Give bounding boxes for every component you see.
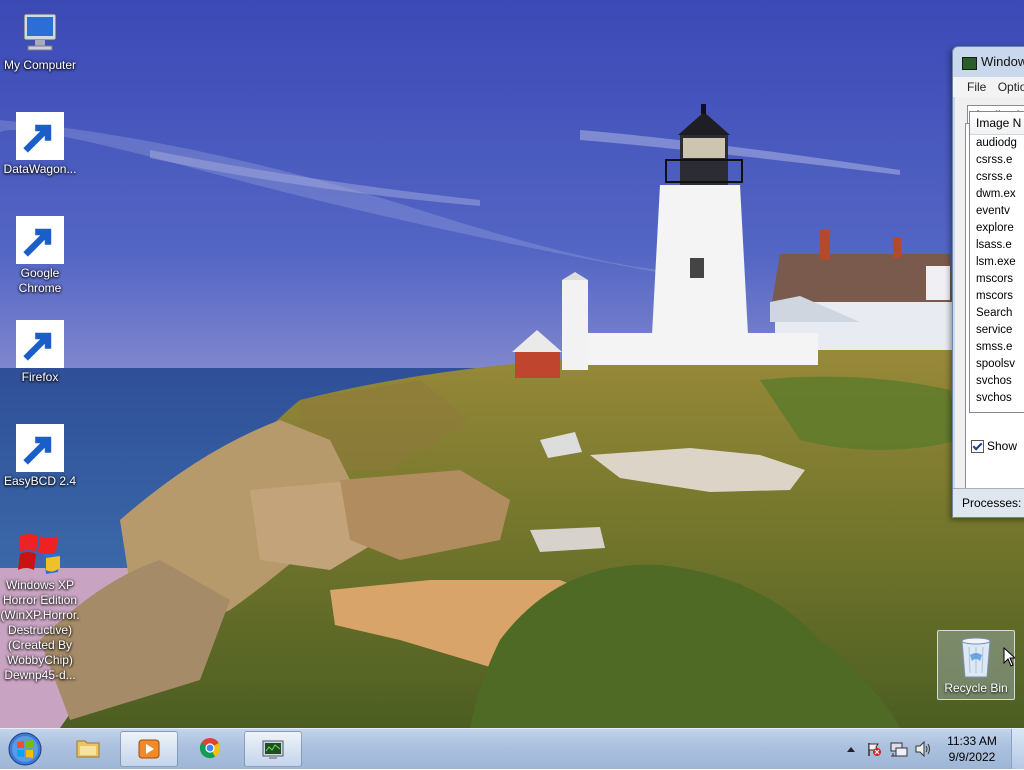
process-row[interactable]: csrss.e [970, 169, 1024, 186]
taskbar-clock[interactable]: 11:33 AM 9/9/2022 [940, 733, 1004, 765]
chrome-icon [199, 738, 221, 759]
shortcut-arrow-icon [16, 424, 64, 472]
chrome-icon [16, 216, 64, 264]
windows-flag-icon [16, 528, 64, 576]
shortcut-arrow-icon [16, 216, 64, 264]
desktop-icon-label: Firefox [21, 370, 59, 384]
shortcut-arrow-icon [16, 112, 64, 160]
desktop-icon-label: Google Chrome [18, 266, 62, 295]
desktop-icon-winxp-horror[interactable]: Windows XP Horror Edition (WinXP.Horror.… [0, 528, 82, 683]
menu-options[interactable]: Optio [998, 80, 1024, 94]
window-title: Window [981, 54, 1024, 69]
taskbar: 11:33 AM 9/9/2022 [0, 728, 1024, 769]
column-header-image-name[interactable]: Image N [970, 112, 1024, 135]
desktop-icon-label: Windows XP Horror Edition (WinXP.Horror.… [0, 578, 80, 682]
mouse-cursor-icon [1003, 647, 1015, 667]
process-row[interactable]: svchos [970, 390, 1024, 407]
action-center-flag-icon[interactable] [866, 741, 882, 757]
easybcd-icon [16, 424, 64, 472]
desktop-icon-label: EasyBCD 2.4 [3, 474, 77, 488]
process-row[interactable]: mscors [970, 271, 1024, 288]
status-bar-processes: Processes: 3 [953, 488, 1024, 517]
volume-icon[interactable] [914, 741, 932, 757]
process-row[interactable]: smss.e [970, 339, 1024, 356]
process-row[interactable]: lsass.e [970, 237, 1024, 254]
process-row[interactable]: service [970, 322, 1024, 339]
process-row[interactable]: explore [970, 220, 1024, 237]
menu-bar: File Optio [953, 77, 1024, 97]
computer-icon [16, 8, 64, 56]
media-player-icon [138, 739, 160, 759]
desktop-icon-firefox[interactable]: Firefox [0, 320, 80, 385]
firefox-icon [16, 320, 64, 368]
taskbar-explorer-button[interactable] [60, 731, 116, 765]
process-row[interactable]: lsm.exe [970, 254, 1024, 271]
wallpaper-lighthouse [0, 0, 1024, 728]
desktop-icon-label: DataWagon... [3, 162, 77, 176]
show-desktop-button[interactable] [1011, 729, 1024, 769]
folder-icon [76, 740, 100, 758]
process-row[interactable]: spoolsv [970, 356, 1024, 373]
process-row[interactable]: dwm.ex [970, 186, 1024, 203]
recycle-bin-icon [954, 633, 998, 681]
taskbar-chrome-button[interactable] [182, 731, 238, 765]
network-icon[interactable] [890, 741, 908, 757]
process-row[interactable]: eventv [970, 203, 1024, 220]
process-row[interactable]: Search [970, 305, 1024, 322]
taskbar-task-manager-button[interactable] [244, 731, 302, 767]
process-row[interactable]: audiodg [970, 135, 1024, 152]
taskbar-media-player-button[interactable] [120, 731, 178, 767]
desktop-icon-my-computer[interactable]: My Computer [0, 8, 80, 73]
task-manager-icon [962, 57, 977, 70]
desktop-icon-label: My Computer [3, 58, 77, 72]
process-list[interactable]: Image N audiodg csrss.e csrss.e dwm.ex e… [969, 111, 1024, 413]
recycle-bin-label: Recycle Bin [944, 681, 1008, 695]
show-hidden-icons-chevron-icon[interactable] [846, 745, 856, 753]
clock-date: 9/9/2022 [948, 750, 996, 764]
desktop-icon-easybcd[interactable]: EasyBCD 2.4 [0, 424, 80, 489]
process-row[interactable]: svchos [970, 373, 1024, 390]
clock-time: 11:33 AM [947, 734, 997, 748]
datawagon-icon [16, 112, 64, 160]
shortcut-arrow-icon [16, 320, 64, 368]
process-row[interactable]: mscors [970, 288, 1024, 305]
show-processes-checkbox[interactable]: Show [971, 439, 1018, 454]
checkbox-checked[interactable] [971, 440, 984, 454]
desktop: My Computer DataWagon... Google Chrome F… [0, 0, 1024, 728]
menu-file[interactable]: File [967, 80, 986, 94]
start-button[interactable] [5, 731, 45, 767]
show-processes-label: Show [987, 439, 1018, 453]
task-manager-window[interactable]: Window File Optio Application Image N au… [952, 46, 1024, 518]
desktop-icon-google-chrome[interactable]: Google Chrome [0, 216, 80, 296]
windows-orb-icon [8, 732, 42, 766]
desktop-icon-datawagon[interactable]: DataWagon... [0, 112, 80, 177]
process-row[interactable]: csrss.e [970, 152, 1024, 169]
window-titlebar[interactable]: Window [953, 47, 1024, 77]
task-manager-icon [262, 740, 284, 759]
